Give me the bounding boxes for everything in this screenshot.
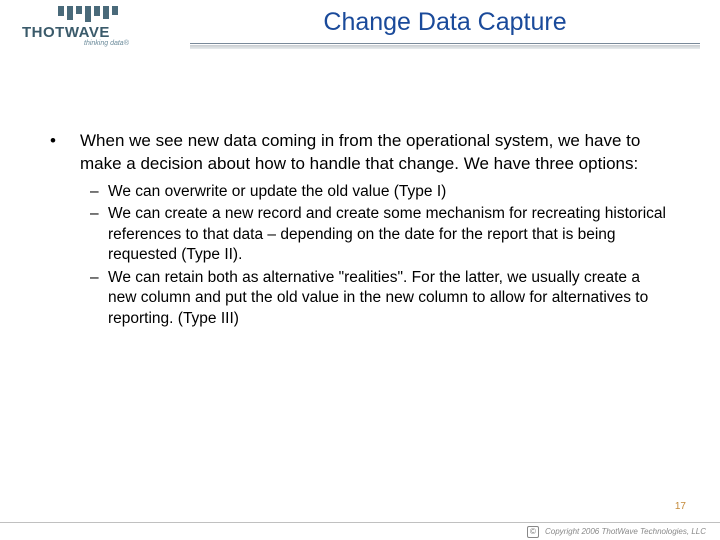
page-number: 17 xyxy=(675,501,686,512)
sub-mark: – xyxy=(90,182,108,202)
sub-text: We can create a new record and create so… xyxy=(108,204,670,265)
logo-tagline: thinking data® xyxy=(84,40,182,47)
sub-text: We can overwrite or update the old value… xyxy=(108,182,446,202)
slide-header: THOTWAVE thinking data® Change Data Capt… xyxy=(0,0,720,70)
logo-name: THOTWAVE xyxy=(22,24,182,41)
slide-title: Change Data Capture xyxy=(190,8,700,41)
slide-content: • When we see new data coming in from th… xyxy=(0,70,720,329)
logo-bars-icon xyxy=(58,6,182,22)
sub-list: – We can overwrite or update the old val… xyxy=(50,182,670,329)
copyright-text: Copyright 2006 ThotWave Technologies, LL… xyxy=(545,527,706,536)
sub-item: – We can retain both as alternative "rea… xyxy=(90,268,670,329)
title-underline-shadow xyxy=(190,45,700,49)
bullet-item: • When we see new data coming in from th… xyxy=(50,130,670,176)
sub-item: – We can create a new record and create … xyxy=(90,204,670,265)
bullet-mark: • xyxy=(50,130,80,176)
title-underline xyxy=(190,43,700,44)
sub-item: – We can overwrite or update the old val… xyxy=(90,182,670,202)
title-area: Change Data Capture xyxy=(190,8,700,49)
bullet-text: When we see new data coming in from the … xyxy=(80,130,670,176)
footer: © Copyright 2006 ThotWave Technologies, … xyxy=(0,522,720,540)
logo: THOTWAVE thinking data® xyxy=(22,6,182,47)
sub-text: We can retain both as alternative "reali… xyxy=(108,268,670,329)
copyright-icon: © xyxy=(527,526,539,538)
sub-mark: – xyxy=(90,204,108,265)
sub-mark: – xyxy=(90,268,108,329)
